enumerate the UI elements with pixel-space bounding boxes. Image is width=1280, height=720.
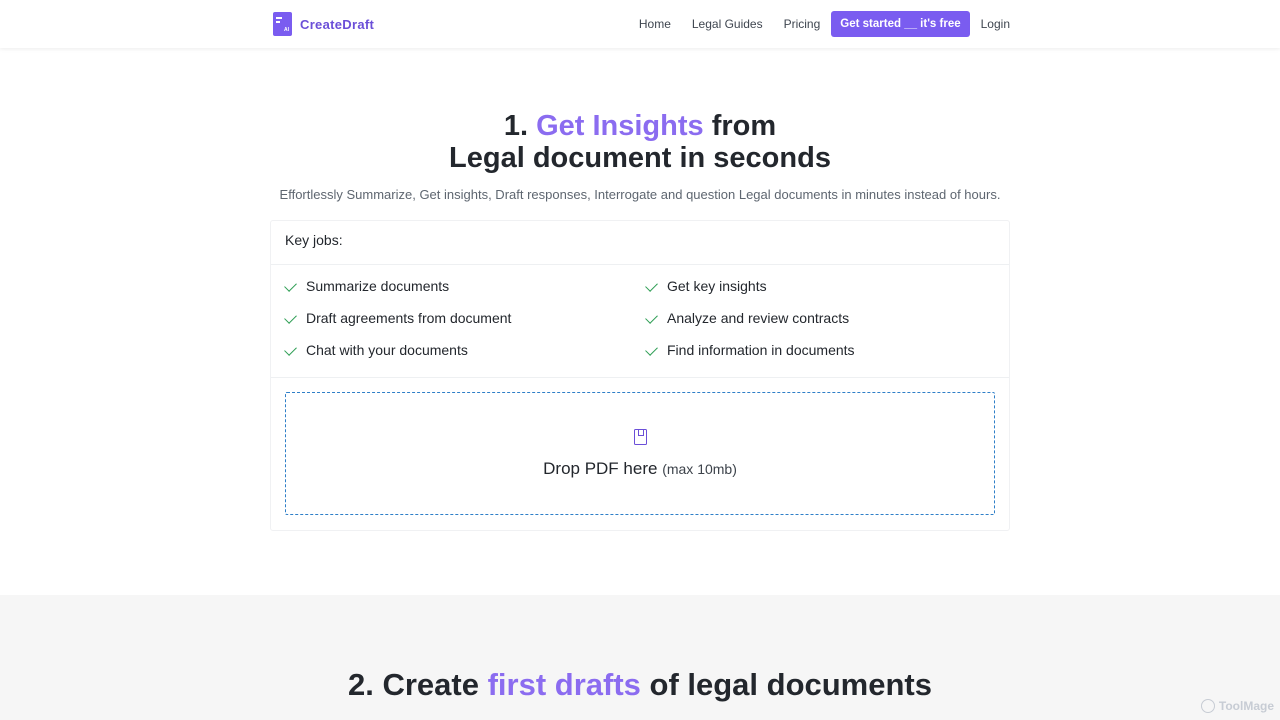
job-item: Get key insights [645,278,767,294]
get-started-button[interactable]: Get started __ it's free [831,11,970,37]
hero-title: 1. Get Insights from Legal document in s… [0,110,1280,174]
hero-title-accent: Get Insights [536,110,704,142]
upload-section: Drop PDF here (max 10mb) [271,377,1009,530]
logo-text: CreateDraft [300,16,375,32]
job-item: Analyze and review contracts [645,310,850,326]
check-icon [284,310,297,324]
logo[interactable]: AI CreateDraft [273,12,374,36]
dropzone-size-hint: (max 10mb) [662,461,737,477]
document-icon [634,429,647,445]
section2-title-accent: first drafts [487,667,641,702]
watermark-text: ToolMage [1218,699,1274,713]
nav-link-home[interactable]: Home [639,17,671,31]
job-label: Summarize documents [306,278,450,294]
check-icon [284,278,297,292]
pdf-dropzone[interactable]: Drop PDF here (max 10mb) [285,392,995,515]
logo-icon: AI [273,12,292,36]
hero-title-rest: from [703,110,777,142]
login-link[interactable]: Login [981,17,1010,31]
dropzone-label: Drop PDF here (max 10mb) [286,459,994,479]
section2-title-prefix: 2. Create [348,667,488,702]
watermark-icon [1200,699,1215,713]
nav-links: Home Legal Guides Pricing Get started __… [618,11,1010,37]
job-item: Summarize documents [284,278,450,294]
job-item: Find information in documents [645,342,855,358]
watermark: ToolMage [1200,699,1274,713]
hero-subtitle: Effortlessly Summarize, Get insights, Dr… [279,187,1001,202]
hero-title-prefix: 1. [503,110,537,142]
logo-mark-text: AI [284,27,289,33]
job-label: Chat with your documents [306,342,468,358]
key-jobs-header: Key jobs: [271,221,1009,265]
check-icon [645,342,658,356]
check-icon [284,342,297,356]
key-jobs-card: Key jobs: Summarize documents Draft agre… [270,220,1010,531]
job-item: Draft agreements from document [284,310,512,326]
hero-title-line2: Legal document in seconds [449,142,831,174]
job-label: Analyze and review contracts [667,310,850,326]
check-icon [645,278,658,292]
dropzone-text: Drop PDF here [543,459,658,478]
job-item: Chat with your documents [284,342,468,358]
check-icon [645,310,658,324]
nav-link-pricing[interactable]: Pricing [784,17,821,31]
create-drafts-section: 2. Create first drafts of legal document… [0,595,1280,720]
nav-link-legal-guides[interactable]: Legal Guides [692,17,763,31]
section2-title-rest: of legal documents [640,667,933,702]
job-label: Get key insights [667,278,767,294]
top-navbar: AI CreateDraft Home Legal Guides Pricing… [0,0,1280,48]
section2-title: 2. Create first drafts of legal document… [0,667,1280,703]
job-label: Draft agreements from document [306,310,512,326]
job-label: Find information in documents [667,342,855,358]
